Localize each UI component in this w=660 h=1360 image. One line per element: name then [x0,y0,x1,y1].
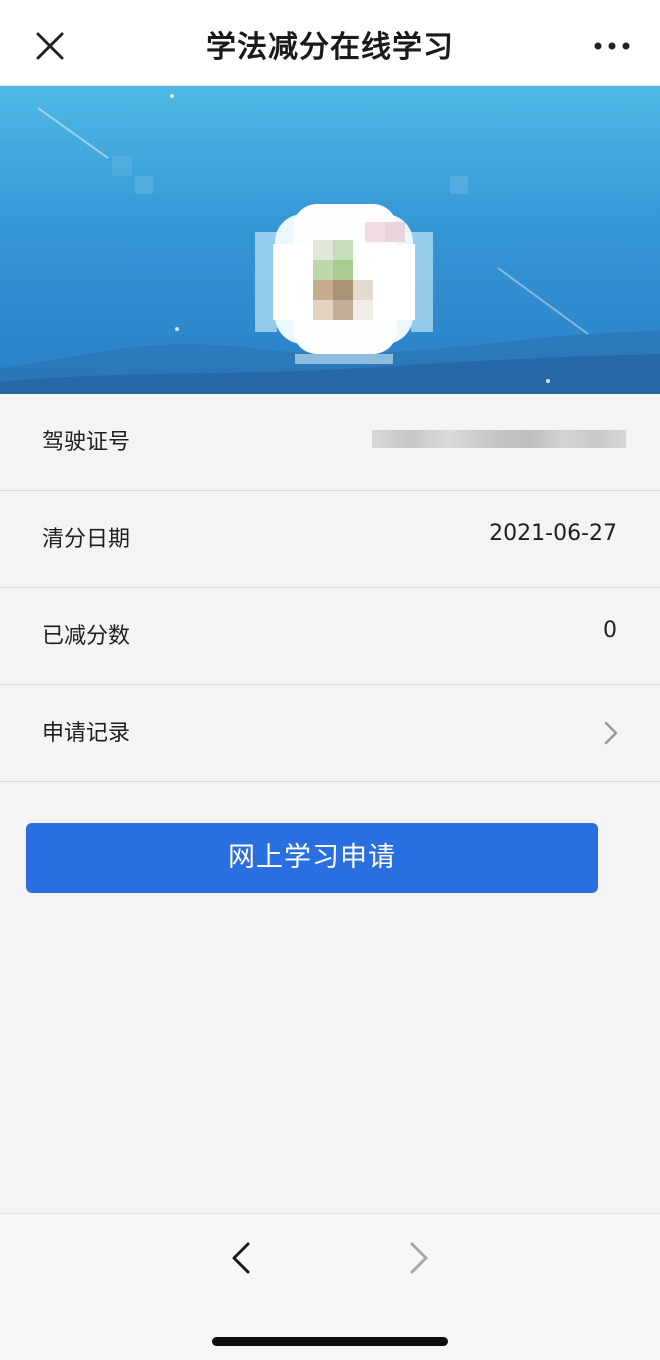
row-application-record[interactable]: 申请记录 [0,685,660,782]
deducted-points-value: 0 [603,618,617,643]
chevron-right-icon[interactable] [404,1240,434,1276]
top-bar: 学法减分在线学习 [0,0,660,86]
info-list: 驾驶证号 清分日期 2021-06-27 已减分数 0 申请记录 [0,394,660,782]
home-indicator[interactable] [212,1337,448,1346]
row-label: 清分日期 [42,527,131,552]
chevron-right-icon [602,719,620,747]
online-study-apply-button[interactable]: 网上学习申请 [26,823,598,893]
page-title: 学法减分在线学习 [206,30,454,65]
row-license-number: 驾驶证号 [0,394,660,491]
row-label: 申请记录 [42,721,131,746]
license-number-masked [372,430,626,448]
row-label: 驾驶证号 [42,430,131,455]
chevron-left-icon[interactable] [226,1240,256,1276]
row-deducted-points: 已减分数 0 [0,588,660,685]
more-horizontal-icon[interactable] [590,26,634,66]
row-clear-date: 清分日期 2021-06-27 [0,491,660,588]
header-banner [0,86,660,394]
avatar-icon [255,204,433,364]
row-label: 已减分数 [42,624,131,649]
bottom-nav-bar [0,1213,660,1360]
clear-date-value: 2021-06-27 [489,521,617,546]
